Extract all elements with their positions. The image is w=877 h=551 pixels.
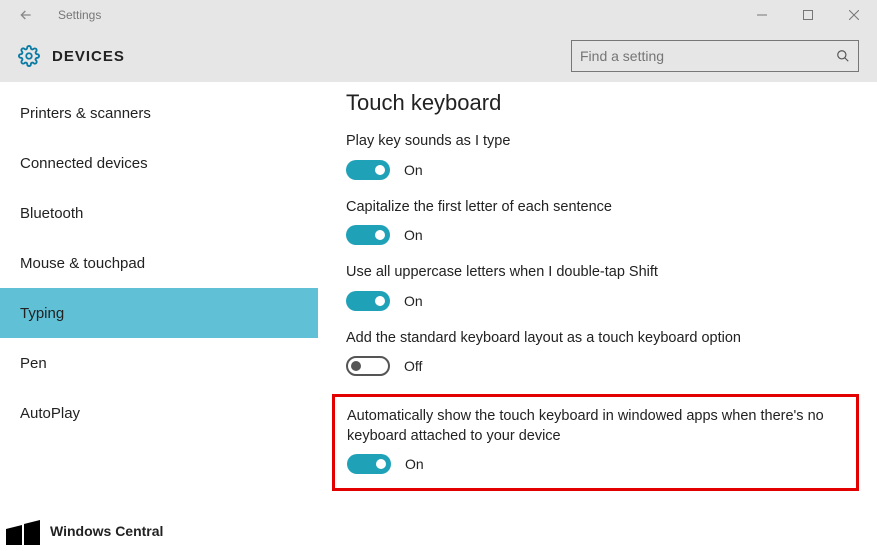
minimize-button[interactable] xyxy=(739,0,785,30)
setting-item: Capitalize the first letter of each sent… xyxy=(346,198,855,246)
toggle-row: On xyxy=(346,291,855,311)
toggle-row: Off xyxy=(346,356,855,376)
toggle-knob xyxy=(375,296,385,306)
toggle-state-label: On xyxy=(405,456,424,472)
search-wrap xyxy=(571,40,859,72)
search-icon xyxy=(836,49,850,63)
toggle-knob xyxy=(351,361,361,371)
app-title: Settings xyxy=(58,8,101,22)
toggle-switch[interactable] xyxy=(346,356,390,376)
sidebar-item-pen[interactable]: Pen xyxy=(0,338,318,388)
header: DEVICES xyxy=(0,30,877,82)
sidebar-item-connected-devices[interactable]: Connected devices xyxy=(0,138,318,188)
setting-label: Automatically show the touch keyboard in… xyxy=(347,407,844,446)
sidebar-item-bluetooth[interactable]: Bluetooth xyxy=(0,188,318,238)
window-controls xyxy=(739,0,877,30)
sidebar-item-autoplay[interactable]: AutoPlay xyxy=(0,388,318,438)
brand-text: Windows Central xyxy=(50,523,163,539)
sidebar: Printers & scanners Connected devices Blue… xyxy=(0,82,318,551)
close-button[interactable] xyxy=(831,0,877,30)
toggle-switch[interactable] xyxy=(347,454,391,474)
settings-window: Settings DEVICES Printers & scanners Conn… xyxy=(0,0,877,551)
gear-icon xyxy=(18,45,40,67)
content: Touch keyboard Play key sounds as I type… xyxy=(318,82,877,551)
setting-item: Play key sounds as I type On xyxy=(346,132,855,180)
maximize-button[interactable] xyxy=(785,0,831,30)
page-title: Touch keyboard xyxy=(346,90,855,116)
toggle-row: On xyxy=(347,454,844,474)
search-box[interactable] xyxy=(571,40,859,72)
sidebar-item-label: Typing xyxy=(20,305,64,322)
sidebar-item-label: Pen xyxy=(20,355,47,372)
sidebar-item-label: AutoPlay xyxy=(20,405,80,422)
toggle-switch[interactable] xyxy=(346,225,390,245)
footer-brand: Windows Central xyxy=(6,517,163,545)
back-button[interactable] xyxy=(12,1,40,29)
sidebar-item-printers-scanners[interactable]: Printers & scanners xyxy=(0,88,318,138)
setting-item: Use all uppercase letters when I double-… xyxy=(346,263,855,311)
toggle-row: On xyxy=(346,225,855,245)
toggle-state-label: On xyxy=(404,162,423,178)
setting-item: Automatically show the touch keyboard in… xyxy=(332,394,859,491)
toggle-state-label: On xyxy=(404,293,423,309)
sidebar-item-mouse-touchpad[interactable]: Mouse & touchpad xyxy=(0,238,318,288)
sidebar-item-label: Connected devices xyxy=(20,155,148,172)
settings-list: Play key sounds as I type On Capitalize th… xyxy=(346,132,855,491)
toggle-switch[interactable] xyxy=(346,291,390,311)
toggle-knob xyxy=(376,459,386,469)
setting-label: Use all uppercase letters when I double-… xyxy=(346,263,855,283)
setting-label: Add the standard keyboard layout as a to… xyxy=(346,329,855,349)
toggle-row: On xyxy=(346,160,855,180)
sidebar-item-typing[interactable]: Typing xyxy=(0,288,318,338)
toggle-state-label: On xyxy=(404,227,423,243)
setting-item: Add the standard keyboard layout as a to… xyxy=(346,329,855,377)
setting-label: Play key sounds as I type xyxy=(346,132,855,152)
setting-label: Capitalize the first letter of each sent… xyxy=(346,198,855,218)
toggle-knob xyxy=(375,230,385,240)
titlebar: Settings xyxy=(0,0,877,30)
toggle-switch[interactable] xyxy=(346,160,390,180)
toggle-knob xyxy=(375,165,385,175)
body: Printers & scanners Connected devices Blue… xyxy=(0,82,877,551)
section-title: DEVICES xyxy=(52,48,125,65)
sidebar-item-label: Printers & scanners xyxy=(20,105,151,122)
brand-logo-icon xyxy=(6,517,40,545)
toggle-state-label: Off xyxy=(404,358,422,374)
sidebar-item-label: Bluetooth xyxy=(20,205,83,222)
search-input[interactable] xyxy=(580,48,836,64)
sidebar-item-label: Mouse & touchpad xyxy=(20,255,145,272)
